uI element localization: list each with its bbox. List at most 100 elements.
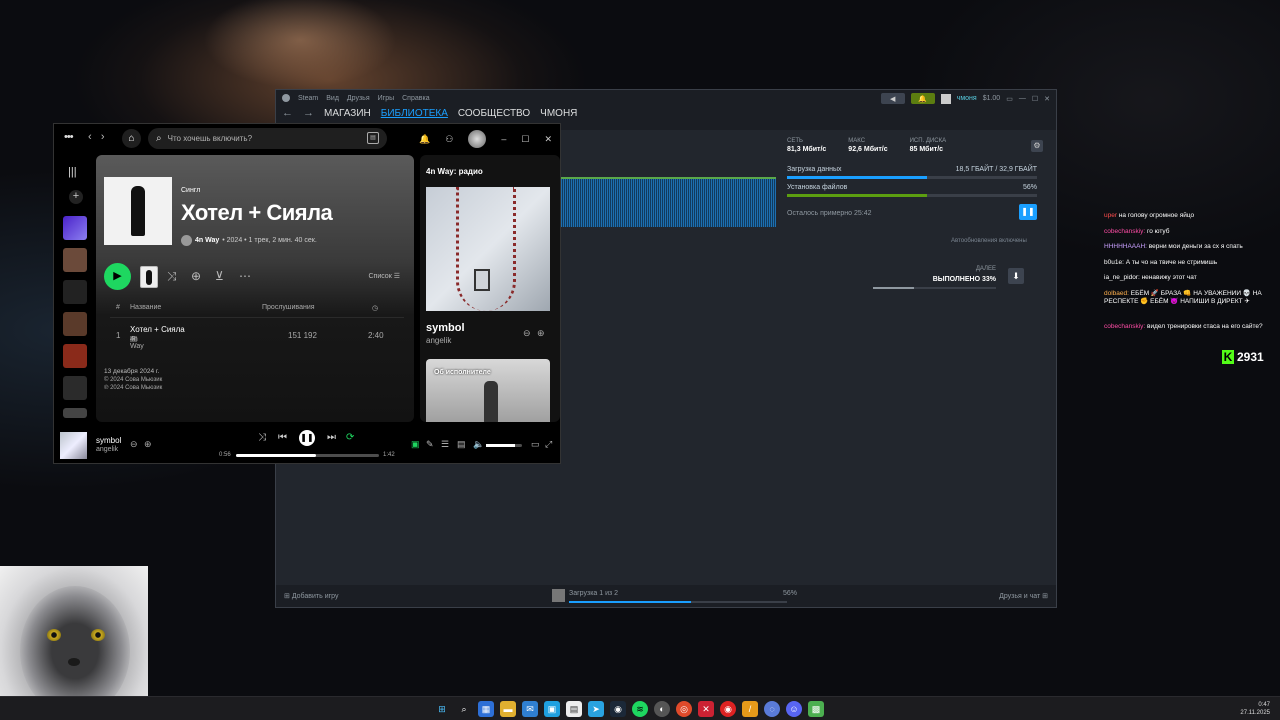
fullscreen-icon[interactable]: ⤢ [545,439,552,450]
friends-activity-icon[interactable]: ⚇ [445,134,453,145]
profile-avatar[interactable] [468,130,487,148]
now-playing-song[interactable]: symbol [426,322,465,334]
app-icon[interactable]: ✕ [698,701,714,717]
liked-songs-tile[interactable] [63,216,87,240]
about-artist-card[interactable]: Об исполнителе [426,359,550,422]
chat-username[interactable]: ia_ne_pidor: [1104,274,1142,281]
download-status[interactable]: Загрузка 1 из 2 56% [552,589,797,603]
library-icon[interactable]: ||| [68,166,77,178]
chrome-icon[interactable]: ◎ [676,701,692,717]
close-icon[interactable]: ✕ [544,134,552,145]
search-icon[interactable]: ⌕ [456,701,472,717]
more-options-icon[interactable]: ⋯ [239,269,251,283]
radio-title[interactable]: 4n Way: радио [426,167,483,176]
lyrics-icon[interactable]: ✎ [426,439,434,450]
playlist-tile[interactable] [63,344,87,368]
pause-download-button[interactable]: ❚❚ [1019,204,1037,220]
add-icon[interactable]: ⊕ [537,328,545,339]
big-picture-icon[interactable]: ▭ [1006,95,1013,103]
back-arrow-icon[interactable]: ← [282,107,293,119]
notification-bell-icon[interactable]: 🔔 [910,93,935,104]
chat-username[interactable]: HHHHHAAAH: [1104,243,1149,250]
player-song[interactable]: symbol [96,436,121,445]
playlist-tile[interactable] [63,280,87,304]
widgets-icon[interactable]: ▦ [478,701,494,717]
app-icon[interactable]: ◉ [720,701,736,717]
menu-friends[interactable]: Друзья [347,95,370,102]
telegram-icon[interactable]: ➤ [588,701,604,717]
menu-steam[interactable]: Steam [298,95,318,102]
playlist-tile[interactable] [63,312,87,336]
download-icon[interactable]: ⊻ [215,269,224,283]
maximize-icon[interactable]: ☐ [521,134,529,145]
download-icon[interactable]: ⬇ [1008,268,1024,284]
play-button[interactable]: ▶ [104,263,131,290]
chat-username[interactable]: dolbaed: [1104,290,1131,297]
discord-icon[interactable]: ☺ [786,701,802,717]
close-icon[interactable]: ✕ [1044,95,1050,103]
app-icon[interactable]: / [742,701,758,717]
add-icon[interactable]: + [69,190,83,204]
shuffle-icon[interactable]: ⤨ [258,432,266,443]
chat-username[interactable]: uper [1104,212,1119,219]
mail-icon[interactable]: ✉ [522,701,538,717]
now-playing-artist[interactable]: angelik [426,336,451,345]
minimize-icon[interactable]: – [501,134,506,144]
friends-chat-button[interactable]: Друзья и чат ⊞ [999,592,1048,600]
chat-username[interactable]: b0u1e: [1104,259,1126,266]
username[interactable]: чмоня [957,95,977,102]
mini-player-icon[interactable]: ▭ [531,439,540,450]
player-artist[interactable]: angelik [96,446,118,453]
preview-thumb[interactable] [140,266,158,288]
maximize-icon[interactable]: ☐ [1032,95,1038,103]
repeat-icon[interactable]: ⟳ [346,432,354,443]
spotify-icon[interactable]: ≋ [632,701,648,717]
nav-community[interactable]: СООБЩЕСТВО [458,108,530,119]
playlist-tile[interactable] [63,248,87,272]
search-input[interactable]: ⌕ Что хочешь включить? ▤ [148,128,387,149]
github-icon[interactable]: ◐ [654,701,670,717]
chat-username[interactable]: cobechanskiy: [1104,323,1147,330]
add-to-library-icon[interactable]: ⊕ [191,269,201,283]
announce-icon[interactable]: ◀ [880,93,905,104]
minecraft-icon[interactable]: ▩ [808,701,824,717]
now-playing-view-icon[interactable]: ▣ [411,439,420,450]
artist-link[interactable]: 4n Way [195,237,219,244]
queue-icon[interactable]: ☰ [441,439,449,450]
more-menu-icon[interactable]: ••• [64,131,74,143]
menu-view[interactable]: Вид [326,95,339,102]
player-thumbnail[interactable] [60,432,87,459]
pause-button[interactable]: ❚❚ [299,430,315,446]
next-icon[interactable]: ⏭ [327,432,336,443]
volume-icon[interactable]: 🔈 [473,439,484,450]
nav-library[interactable]: БИБЛИОТЕКА [381,108,448,119]
browse-icon[interactable]: ▤ [367,132,379,144]
connect-device-icon[interactable]: ▤ [457,439,466,450]
list-view-toggle[interactable]: Список ☰ [368,272,400,280]
system-clock[interactable]: 0:47 27.11.2025 [1240,701,1270,717]
chat-username[interactable]: cobechanskiy: [1104,228,1147,235]
app-icon[interactable]: ◌ [764,701,780,717]
add-icon[interactable]: ⊕ [144,439,152,450]
remove-icon[interactable]: ⊖ [130,439,138,450]
steam-icon[interactable]: ◉ [610,701,626,717]
start-icon[interactable]: ⊞ [434,701,450,717]
add-game-button[interactable]: ⊞ Добавить игру [284,592,338,600]
photos-icon[interactable]: ▣ [544,701,560,717]
playlist-tile[interactable] [63,376,87,400]
home-icon[interactable]: ⌂ [122,129,141,148]
table-row[interactable]: 1 Хотел + Сияла E 4n Way 151 192 2:40 [110,325,404,350]
back-icon[interactable]: ‹ [88,131,92,143]
shuffle-icon[interactable]: ⤨ [167,269,177,284]
menu-games[interactable]: Игры [378,95,395,102]
volume-slider[interactable] [486,444,522,447]
menu-help[interactable]: Справка [402,95,429,102]
seek-bar[interactable] [236,454,379,457]
settings-gear-icon[interactable]: ⚙ [1031,140,1043,152]
minimize-icon[interactable]: — [1019,95,1026,102]
remove-icon[interactable]: ⊖ [523,328,531,339]
previous-icon[interactable]: ⏮ [278,432,287,443]
nav-store[interactable]: МАГАЗИН [324,108,371,119]
bell-icon[interactable]: 🔔 [419,134,430,145]
playlist-tile[interactable] [63,408,87,418]
